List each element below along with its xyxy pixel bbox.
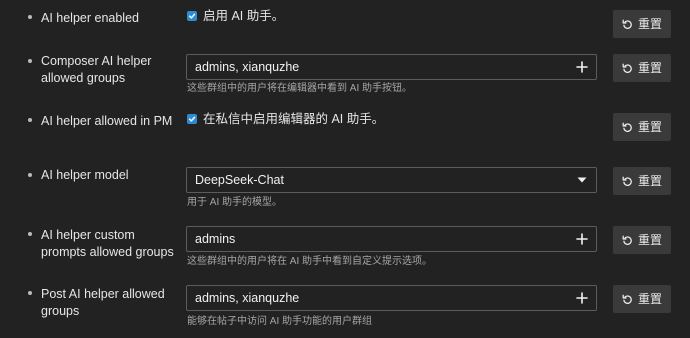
undo-icon <box>622 176 632 186</box>
selected-groups: admins <box>195 232 236 246</box>
post-ai-helper-groups-multiselect[interactable]: admins, xianquzhe <box>186 285 597 311</box>
bullet <box>28 59 32 63</box>
setting-label: Composer AI helper allowed groups <box>41 54 152 85</box>
reset-label: 重置 <box>637 120 662 134</box>
custom-prompts-groups-multiselect[interactable]: admins <box>186 226 597 252</box>
setting-help-text: 这些群组中的用户将在编辑器中看到 AI 助手按钮。 <box>187 83 413 94</box>
selected-groups: admins, xianquzhe <box>195 291 300 305</box>
enable-ai-helper-checkbox[interactable] <box>187 11 197 21</box>
model-select[interactable]: DeepSeek-Chat <box>186 167 597 193</box>
checkbox-label: 启用 AI 助手。 <box>203 9 285 23</box>
setting-label: AI helper enabled <box>41 11 139 25</box>
reset-label: 重置 <box>637 233 662 247</box>
caret-down-icon[interactable] <box>576 174 588 186</box>
setting-help-text: 这些群组中的用户将在 AI 助手中看到自定义提示选项。 <box>187 256 433 267</box>
undo-icon <box>622 235 632 245</box>
reset-label: 重置 <box>637 174 662 188</box>
undo-icon <box>622 294 632 304</box>
setting-label: AI helper custom prompts allowed groups <box>41 228 174 259</box>
composer-groups-multiselect[interactable]: admins, xianquzhe <box>186 54 597 80</box>
checkbox-label: 在私信中启用编辑器的 AI 助手。 <box>203 112 385 126</box>
reset-button[interactable]: 重置 <box>613 285 671 313</box>
setting-help-text: 能够在帖子中访问 AI 助手功能的用户群组 <box>187 316 373 327</box>
setting-label: Post AI helper allowed groups <box>41 287 165 318</box>
bullet <box>28 173 32 177</box>
setting-label: AI helper allowed in PM <box>41 114 173 128</box>
bullet <box>28 232 32 236</box>
selected-groups: admins, xianquzhe <box>195 60 300 74</box>
plus-icon[interactable] <box>576 61 588 73</box>
setting-label: AI helper model <box>41 168 129 182</box>
checkmark-icon <box>188 13 196 19</box>
ai-helper-in-pm-checkbox[interactable] <box>187 114 197 124</box>
bullet <box>28 15 32 19</box>
bullet <box>28 291 32 295</box>
plus-icon[interactable] <box>576 292 588 304</box>
reset-label: 重置 <box>637 292 662 306</box>
reset-button[interactable]: 重置 <box>613 10 671 38</box>
reset-button[interactable]: 重置 <box>613 226 671 254</box>
checkmark-icon <box>188 116 196 122</box>
selected-model: DeepSeek-Chat <box>195 173 284 187</box>
bullet <box>28 118 32 122</box>
undo-icon <box>622 122 632 132</box>
reset-label: 重置 <box>637 17 662 31</box>
undo-icon <box>622 19 632 29</box>
reset-button[interactable]: 重置 <box>613 167 671 195</box>
plus-icon[interactable] <box>576 233 588 245</box>
reset-button[interactable]: 重置 <box>613 113 671 141</box>
setting-help-text: 用于 AI 助手的模型。 <box>187 197 283 208</box>
reset-label: 重置 <box>637 61 662 75</box>
reset-button[interactable]: 重置 <box>613 54 671 82</box>
undo-icon <box>622 63 632 73</box>
